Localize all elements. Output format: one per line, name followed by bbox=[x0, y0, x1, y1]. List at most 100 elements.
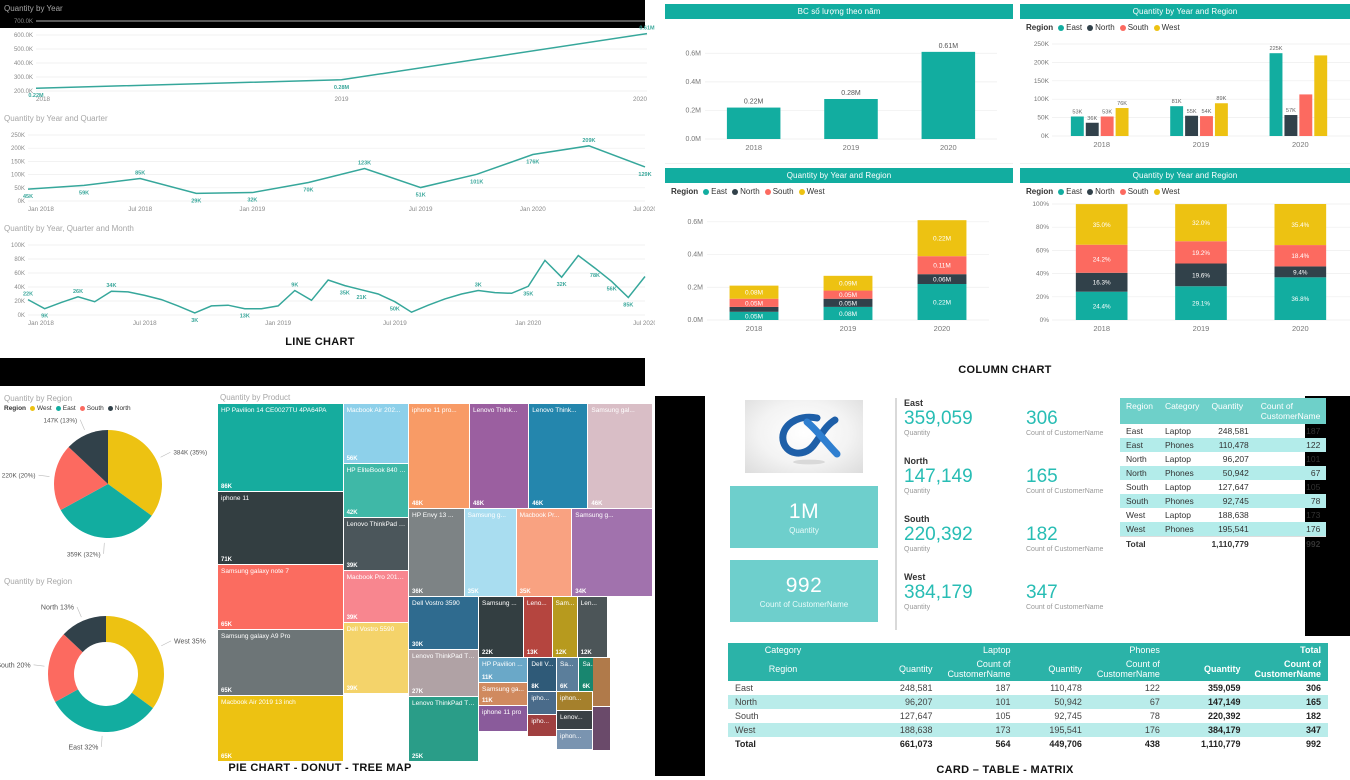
treemap-tile[interactable]: iphon... bbox=[557, 730, 592, 749]
treemap-tile[interactable]: Sam... 12K bbox=[552, 597, 577, 658]
legend-item-north[interactable]: North bbox=[732, 187, 760, 196]
treemap-tile[interactable]: Samsung galaxy note 7 65K bbox=[218, 564, 343, 630]
treemap-tile[interactable]: Samsung gal... 46K bbox=[588, 404, 652, 509]
treemap-tile[interactable]: HP Pavilion ... 11K bbox=[479, 658, 528, 683]
line-chart-section-label: LINE CHART bbox=[285, 336, 355, 348]
svg-text:100K: 100K bbox=[1034, 96, 1050, 103]
treemap-tile-value: 65K bbox=[221, 688, 233, 695]
matrix-table[interactable]: Category Laptop Phones Total Region Quan… bbox=[728, 643, 1328, 751]
treemap-tile[interactable]: iphone 11 pro bbox=[479, 705, 528, 732]
table-col-count[interactable]: Count of CustomerName bbox=[1254, 398, 1327, 424]
treemap-tile[interactable]: HP EliteBook 840 G5 42K bbox=[343, 463, 409, 518]
matrix-total-total_cnt: 992 bbox=[1305, 739, 1321, 749]
table-col-category[interactable]: Category bbox=[1158, 398, 1206, 424]
svg-text:22K: 22K bbox=[23, 292, 33, 298]
treemap-tile[interactable]: Macbook Pro 2019 13 i... 39K bbox=[343, 570, 409, 623]
line-chart-2-title: Quantity by Year and Quarter bbox=[4, 114, 108, 123]
matrix-spacer-2 bbox=[838, 657, 868, 681]
treemap-tile[interactable]: iphone 11 71K bbox=[218, 491, 343, 564]
matrix-row[interactable]: East 248,581 187 110,478 122 359,059 306 bbox=[728, 681, 1328, 695]
treemap-tile[interactable]: Dell Vostro 5590 39K bbox=[343, 623, 409, 693]
treemap-tile[interactable]: HP Pavilion 14 CE0027TU 4PA64PA 86K bbox=[218, 404, 343, 491]
treemap-tile[interactable]: Sa... 6K bbox=[557, 658, 579, 691]
table-col-region[interactable]: Region bbox=[1120, 398, 1159, 424]
table-col-quantity[interactable]: Quantity bbox=[1205, 398, 1255, 424]
multirow-quantity-label: Quantity bbox=[904, 488, 931, 495]
table-row[interactable]: South Laptop 127,647 105 bbox=[1120, 480, 1326, 494]
treemap-tile[interactable]: Samsung ... 22K bbox=[479, 597, 523, 658]
treemap-tile[interactable]: Samsung g... 35K bbox=[464, 509, 516, 597]
svg-text:2019: 2019 bbox=[1193, 140, 1210, 149]
matrix-row[interactable]: West 188,638 173 195,541 176 384,179 347 bbox=[728, 723, 1328, 737]
treemap-tile[interactable]: Dell V... 8K bbox=[528, 658, 557, 691]
matrix-col-total-qty[interactable]: Quantity bbox=[1166, 657, 1248, 681]
matrix-row[interactable]: North 96,207 101 50,942 67 147,149 165 bbox=[728, 695, 1328, 709]
svg-text:2018: 2018 bbox=[1093, 324, 1110, 333]
detail-table[interactable]: Region Category Quantity Count of Custom… bbox=[1120, 398, 1327, 551]
legend-item-north[interactable]: North bbox=[1087, 23, 1115, 32]
legend-item-south[interactable]: South bbox=[1119, 23, 1149, 32]
legend-item-west[interactable]: West bbox=[30, 405, 52, 412]
treemap-tile[interactable] bbox=[592, 658, 610, 706]
matrix-col-total-cnt[interactable]: Count of CustomerName bbox=[1247, 657, 1328, 681]
legend-item-west[interactable]: West bbox=[1153, 23, 1180, 32]
treemap-tile[interactable]: Lenovo ThinkPad T4... 25K bbox=[409, 697, 478, 761]
treemap-tile[interactable]: Macbook Air 2019 13 inch 65K bbox=[218, 696, 343, 761]
legend-item-east[interactable]: East bbox=[55, 405, 76, 412]
matrix-col-laptop-qty[interactable]: Quantity bbox=[868, 657, 940, 681]
treemap-tile-value: 25K bbox=[412, 753, 424, 760]
svg-text:9.4%: 9.4% bbox=[1293, 269, 1308, 276]
treemap-tile[interactable]: Lenovo ThinkPad T480 39K bbox=[343, 518, 409, 570]
treemap-tile[interactable]: Lenovo Think... 46K bbox=[529, 404, 588, 509]
table-row[interactable]: East Phones 110,478 122 bbox=[1120, 438, 1327, 452]
treemap-tile[interactable] bbox=[592, 706, 610, 750]
treemap-tile[interactable]: Macbook Air 202... 56K bbox=[343, 404, 409, 463]
legend-item-south[interactable]: South bbox=[79, 405, 104, 412]
treemap-tile[interactable]: Samsung g... 34K bbox=[572, 509, 652, 597]
legend-item-north[interactable]: North bbox=[107, 405, 131, 412]
legend-item-north[interactable]: North bbox=[1087, 187, 1115, 196]
treemap-tile[interactable]: iphone 11 pro... 48K bbox=[409, 404, 470, 509]
treemap-tile[interactable]: ipho... bbox=[528, 714, 557, 737]
legend-item-east[interactable]: East bbox=[703, 187, 727, 196]
treemap-tile[interactable]: ipho... bbox=[528, 691, 557, 714]
treemap-tile[interactable]: HP Envy 13 ... 36K bbox=[409, 509, 464, 597]
table-row[interactable]: West Laptop 188,638 173 bbox=[1120, 508, 1326, 522]
matrix-col-phones-qty[interactable]: Quantity bbox=[1017, 657, 1089, 681]
treemap-tile[interactable]: Lenov... bbox=[557, 711, 592, 730]
matrix-group-total: Total bbox=[1166, 643, 1328, 657]
matrix-cell-laptop_qty: 188,638 bbox=[868, 723, 940, 737]
legend-item-east[interactable]: East bbox=[1058, 23, 1082, 32]
treemap-tile[interactable]: Leno... 13K bbox=[523, 597, 552, 658]
treemap-tile[interactable]: Samsung ga... 11K bbox=[479, 683, 528, 705]
treemap-tile[interactable]: Len... 12K bbox=[577, 597, 608, 658]
treemap-tile[interactable]: Samsung galaxy A9 Pro 65K bbox=[218, 630, 343, 696]
legend-item-south[interactable]: South bbox=[764, 187, 794, 196]
svg-text:North 13%: North 13% bbox=[41, 605, 74, 612]
svg-text:34K: 34K bbox=[106, 283, 116, 289]
matrix-col-laptop-cnt[interactable]: Count of CustomerName bbox=[939, 657, 1018, 681]
full-stacked-column-header: Quantity by Year and Region bbox=[1020, 168, 1350, 183]
table-row[interactable]: North Laptop 96,207 101 bbox=[1120, 452, 1326, 466]
svg-text:176K: 176K bbox=[526, 160, 539, 166]
matrix-col-phones-cnt[interactable]: Count of CustomerName bbox=[1088, 657, 1167, 681]
treemap-tile-value: 13K bbox=[526, 650, 538, 657]
legend-item-west[interactable]: West bbox=[798, 187, 825, 196]
treemap-tile[interactable]: Macbook Pr... 35K bbox=[516, 509, 572, 597]
legend-item-west[interactable]: West bbox=[1153, 187, 1180, 196]
matrix-row[interactable]: South 127,647 105 92,745 78 220,392 182 bbox=[728, 709, 1328, 723]
treemap-tile[interactable]: iphon... bbox=[557, 691, 592, 711]
table-row[interactable]: East Laptop 248,581 187 bbox=[1120, 424, 1326, 438]
treemap-tile[interactable]: Dell Vostro 3590 30K bbox=[409, 597, 478, 649]
stacked-column-panel: Quantity by Year and Region Region East … bbox=[665, 168, 1013, 348]
table-row[interactable]: South Phones 92,745 78 bbox=[1120, 494, 1327, 508]
legend-item-east[interactable]: East bbox=[1058, 187, 1082, 196]
matrix-group-laptop: Laptop bbox=[868, 643, 1018, 657]
table-row[interactable]: West Phones 195,541 176 bbox=[1120, 522, 1327, 537]
table-cell: Laptop bbox=[1164, 454, 1191, 464]
treemap-tile[interactable]: Lenovo ThinkPad T4... 27K bbox=[409, 649, 478, 697]
legend-item-south[interactable]: South bbox=[1119, 187, 1149, 196]
table-row[interactable]: North Phones 50,942 67 bbox=[1120, 466, 1327, 480]
treemap-tile[interactable]: Lenovo Think... 48K bbox=[470, 404, 529, 509]
south-color-dot bbox=[764, 188, 771, 195]
